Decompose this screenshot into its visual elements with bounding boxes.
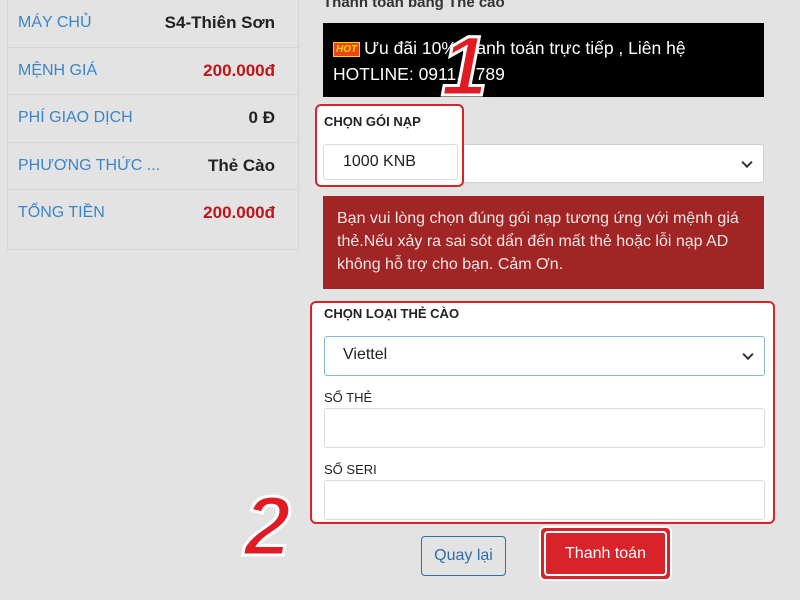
section-title: Thanh toán bằng Thẻ cào xyxy=(323,0,505,11)
promo-banner: HOT Ưu đãi 10% thanh toán trực tiếp , Liê… xyxy=(323,23,764,97)
promo-text: Ưu đãi 10% thanh toán trực tiếp , Liên h… xyxy=(333,38,686,84)
serial-input[interactable] xyxy=(324,480,765,520)
card-type-label: CHỌN LOẠI THẺ CÀO xyxy=(324,306,460,321)
summary-value: Thẻ Cào xyxy=(207,155,275,175)
summary-key: TỔNG TIỀN xyxy=(18,204,105,222)
card-number-label: SỐ THẺ xyxy=(324,390,373,405)
summary-row-fee: PHÍ GIAO DỊCH 0 Đ xyxy=(8,94,298,142)
summary-row-denomination: MỆNH GIÁ 200.000đ xyxy=(8,46,298,95)
summary-value: 0 Đ xyxy=(248,108,275,128)
warning-alert: Bạn vui lòng chọn đúng gói nạp tương ứng… xyxy=(323,196,764,289)
summary-key: MỆNH GIÁ xyxy=(18,61,98,79)
chevron-down-icon xyxy=(742,348,754,361)
hot-badge-icon: HOT xyxy=(333,42,361,57)
package-selected-value[interactable]: 1000 KNB xyxy=(323,144,458,180)
summary-value: S4-Thiên Sơn xyxy=(164,12,275,32)
package-label: CHỌN GÓI NẠP xyxy=(324,114,421,129)
summary-key: MÁY CHỦ xyxy=(18,13,92,31)
step-2-annotation: 2 xyxy=(243,479,293,573)
summary-row-total: TỔNG TIỀN 200.000đ xyxy=(8,189,298,237)
card-number-input[interactable] xyxy=(324,408,765,448)
summary-value: 200.000đ xyxy=(203,203,275,223)
back-button[interactable]: Quay lại xyxy=(421,536,506,576)
serial-label: SỐ SERI xyxy=(324,462,377,477)
card-type-selected: Viettel xyxy=(343,346,388,363)
pay-button[interactable]: Thanh toán xyxy=(544,531,667,576)
summary-key: PHƯƠNG THỨC ... xyxy=(18,156,161,174)
card-form-highlight: CHỌN LOẠI THẺ CÀO Viettel SỐ THẺ SỐ SERI xyxy=(310,301,775,524)
card-type-select[interactable]: Viettel xyxy=(324,336,765,376)
pay-button-highlight: Thanh toán xyxy=(539,526,672,581)
package-highlight: CHỌN GÓI NẠP 1000 KNB xyxy=(315,104,464,187)
step-1-annotation: 1 xyxy=(440,19,490,113)
summary-key: PHÍ GIAO DỊCH xyxy=(18,109,133,127)
summary-row-method: PHƯƠNG THỨC ... Thẻ Cào xyxy=(8,141,298,190)
summary-row-server: MÁY CHỦ S4-Thiên Sơn xyxy=(8,0,298,47)
summary-value: 200.000đ xyxy=(203,60,275,80)
chevron-down-icon xyxy=(741,156,753,168)
order-summary-table: MÁY CHỦ S4-Thiên Sơn MỆNH GIÁ 200.000đ P… xyxy=(7,0,299,250)
